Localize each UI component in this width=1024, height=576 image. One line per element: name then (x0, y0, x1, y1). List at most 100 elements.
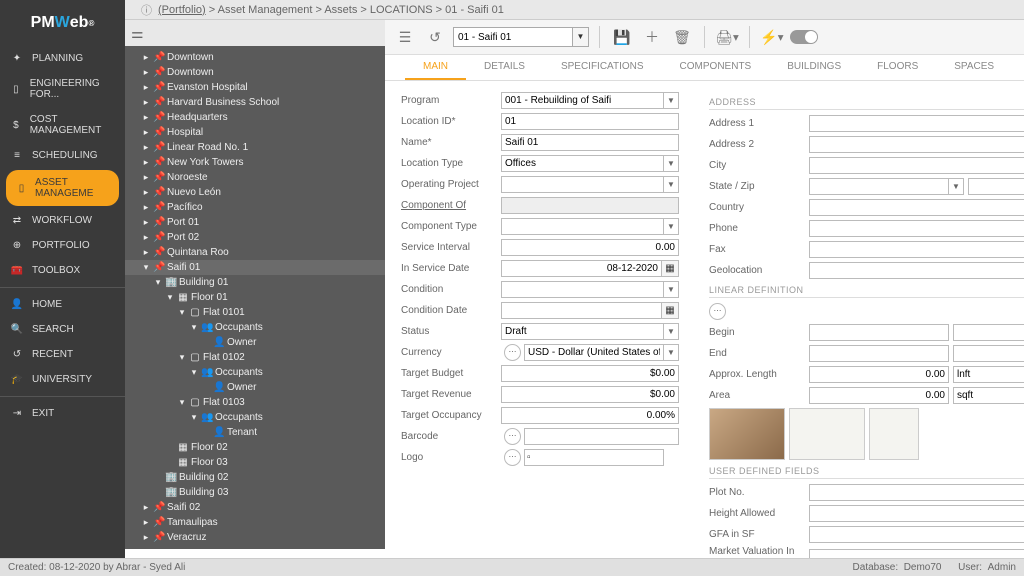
filter-icon[interactable]: ⚌ (131, 25, 144, 42)
trev-input[interactable] (501, 386, 679, 403)
tree-row[interactable]: ▸📌Headquarters (125, 110, 385, 125)
tree-row[interactable]: 🏢Building 03 (125, 485, 385, 500)
tree-row[interactable]: ▸📌New York Towers (125, 155, 385, 170)
twisty-icon[interactable]: ▾ (141, 262, 151, 273)
tree-row[interactable]: ▸📌Saifi 02 (125, 500, 385, 515)
record-select[interactable]: ▼ (453, 27, 589, 47)
twisty-icon[interactable]: ▸ (141, 127, 151, 138)
svcint-input[interactable] (501, 239, 679, 256)
tree-row[interactable]: ▸📌Port 01 (125, 215, 385, 230)
twisty-icon[interactable]: ▸ (141, 517, 151, 528)
toggle-switch[interactable] (790, 30, 818, 44)
area-unit[interactable] (953, 387, 1024, 404)
options-icon[interactable]: ⋯ (504, 449, 521, 466)
nav-portfolio[interactable]: ⊕PORTFOLIO (0, 233, 125, 258)
nav-engineering[interactable]: ▯ENGINEERING FOR... (0, 71, 125, 107)
list-icon[interactable]: ☰ (393, 25, 417, 49)
twisty-icon[interactable]: ▸ (141, 82, 151, 93)
locid-input[interactable] (501, 113, 679, 130)
tree-row[interactable]: ▾▢Flat 0101 (125, 305, 385, 320)
twisty-icon[interactable]: ▾ (189, 367, 199, 378)
barcode-input[interactable] (524, 428, 679, 445)
nav-exit[interactable]: ⇥EXIT (0, 401, 125, 426)
calendar-icon[interactable]: ▦ (662, 260, 679, 277)
twisty-icon[interactable]: ▸ (141, 232, 151, 243)
twisty-icon[interactable]: ▾ (153, 277, 163, 288)
nav-toolbox[interactable]: 🧰TOOLBOX (0, 258, 125, 283)
geo-input[interactable] (809, 262, 1024, 279)
options-icon[interactable]: ⋯ (504, 344, 521, 361)
tree-row[interactable]: ▾▢Flat 0103 (125, 395, 385, 410)
twisty-icon[interactable]: ▸ (141, 247, 151, 258)
twisty-icon[interactable]: ▾ (165, 292, 175, 303)
tree-row[interactable]: 👤Tenant (125, 425, 385, 440)
options-icon[interactable]: ⋯ (504, 428, 521, 445)
nav-cost[interactable]: $COST MANAGEMENT (0, 107, 125, 143)
comptype-input[interactable] (501, 218, 664, 235)
tree-row[interactable]: ▸📌Downtown (125, 65, 385, 80)
height-input[interactable] (809, 505, 1024, 522)
begin-input[interactable] (809, 324, 949, 341)
twisty-icon[interactable]: ▸ (141, 217, 151, 228)
tree-row[interactable]: ▾▦Floor 01 (125, 290, 385, 305)
loctype-input[interactable] (501, 155, 664, 172)
addr2-input[interactable] (809, 136, 1024, 153)
twisty-icon[interactable]: ▸ (141, 52, 151, 63)
tree-row[interactable]: ▸📌Pacífico (125, 200, 385, 215)
tree-row[interactable]: ▦Floor 02 (125, 440, 385, 455)
bolt-button[interactable]: ⚡▾ (760, 25, 784, 49)
city-input[interactable] (809, 157, 1024, 174)
tree-row[interactable]: 👤Owner (125, 380, 385, 395)
thumbnail[interactable] (709, 408, 785, 460)
add-button[interactable]: ＋ (640, 25, 664, 49)
breadcrumb[interactable]: (Portfolio) > Asset Management > Assets … (158, 4, 504, 16)
tree-row[interactable]: ▾🏢Building 01 (125, 275, 385, 290)
state-input[interactable] (809, 178, 949, 195)
nav-search[interactable]: 🔍SEARCH (0, 317, 125, 342)
options-icon[interactable]: ⋯ (709, 303, 726, 320)
tab-floors[interactable]: FLOORS (859, 55, 936, 80)
tree-row[interactable]: ▾👥Occupants (125, 320, 385, 335)
tree-row[interactable]: ▸📌Port 02 (125, 230, 385, 245)
insvc-input[interactable] (501, 260, 662, 277)
tree-row[interactable]: ▸📌Harvard Business School (125, 95, 385, 110)
nav-planning[interactable]: ✦PLANNING (0, 46, 125, 71)
nav-scheduling[interactable]: ≡SCHEDULING (0, 143, 125, 168)
nav-workflow[interactable]: ⇄WORKFLOW (0, 208, 125, 233)
nav-asset[interactable]: ▯ASSET MANAGEME (6, 170, 119, 206)
record-input[interactable] (453, 27, 573, 47)
curr-input[interactable] (524, 344, 664, 361)
program-input[interactable] (501, 92, 664, 109)
tree-row[interactable]: ▸📌Downtown (125, 50, 385, 65)
phone-input[interactable] (809, 220, 1024, 237)
twisty-icon[interactable]: ▸ (141, 202, 151, 213)
tree-row[interactable]: ▸📌Nuevo León (125, 185, 385, 200)
save-button[interactable]: 💾 (610, 25, 634, 49)
twisty-icon[interactable]: ▾ (189, 412, 199, 423)
conddate-input[interactable] (501, 302, 662, 319)
print-button[interactable]: 🖨▾ (715, 25, 739, 49)
twisty-icon[interactable]: ▸ (141, 142, 151, 153)
chevron-down-icon[interactable]: ▼ (664, 323, 679, 340)
twisty-icon[interactable]: ▾ (177, 397, 187, 408)
begin-dir-input[interactable] (953, 324, 1024, 341)
twisty-icon[interactable]: ▾ (177, 352, 187, 363)
thumbnail[interactable] (869, 408, 919, 460)
tab-components[interactable]: COMPONENTS (662, 55, 770, 80)
chevron-down-icon[interactable]: ▼ (949, 178, 964, 195)
status-input[interactable] (501, 323, 664, 340)
tree-row[interactable]: 👤Owner (125, 335, 385, 350)
tab-details[interactable]: DETAILS (466, 55, 543, 80)
chevron-down-icon[interactable]: ▼ (664, 92, 679, 109)
history-icon[interactable]: ↺ (423, 25, 447, 49)
tree-row[interactable]: ▸📌Hospital (125, 125, 385, 140)
twisty-icon[interactable]: ▸ (141, 157, 151, 168)
end-dir-input[interactable] (953, 345, 1024, 362)
twisty-icon[interactable]: ▸ (141, 112, 151, 123)
tocc-input[interactable] (501, 407, 679, 424)
tab-spaces[interactable]: SPACES (936, 55, 1012, 80)
thumbnail[interactable] (789, 408, 865, 460)
chevron-down-icon[interactable]: ▼ (664, 176, 679, 193)
end-input[interactable] (809, 345, 949, 362)
tree-row[interactable]: ▸📌Quintana Roo (125, 245, 385, 260)
